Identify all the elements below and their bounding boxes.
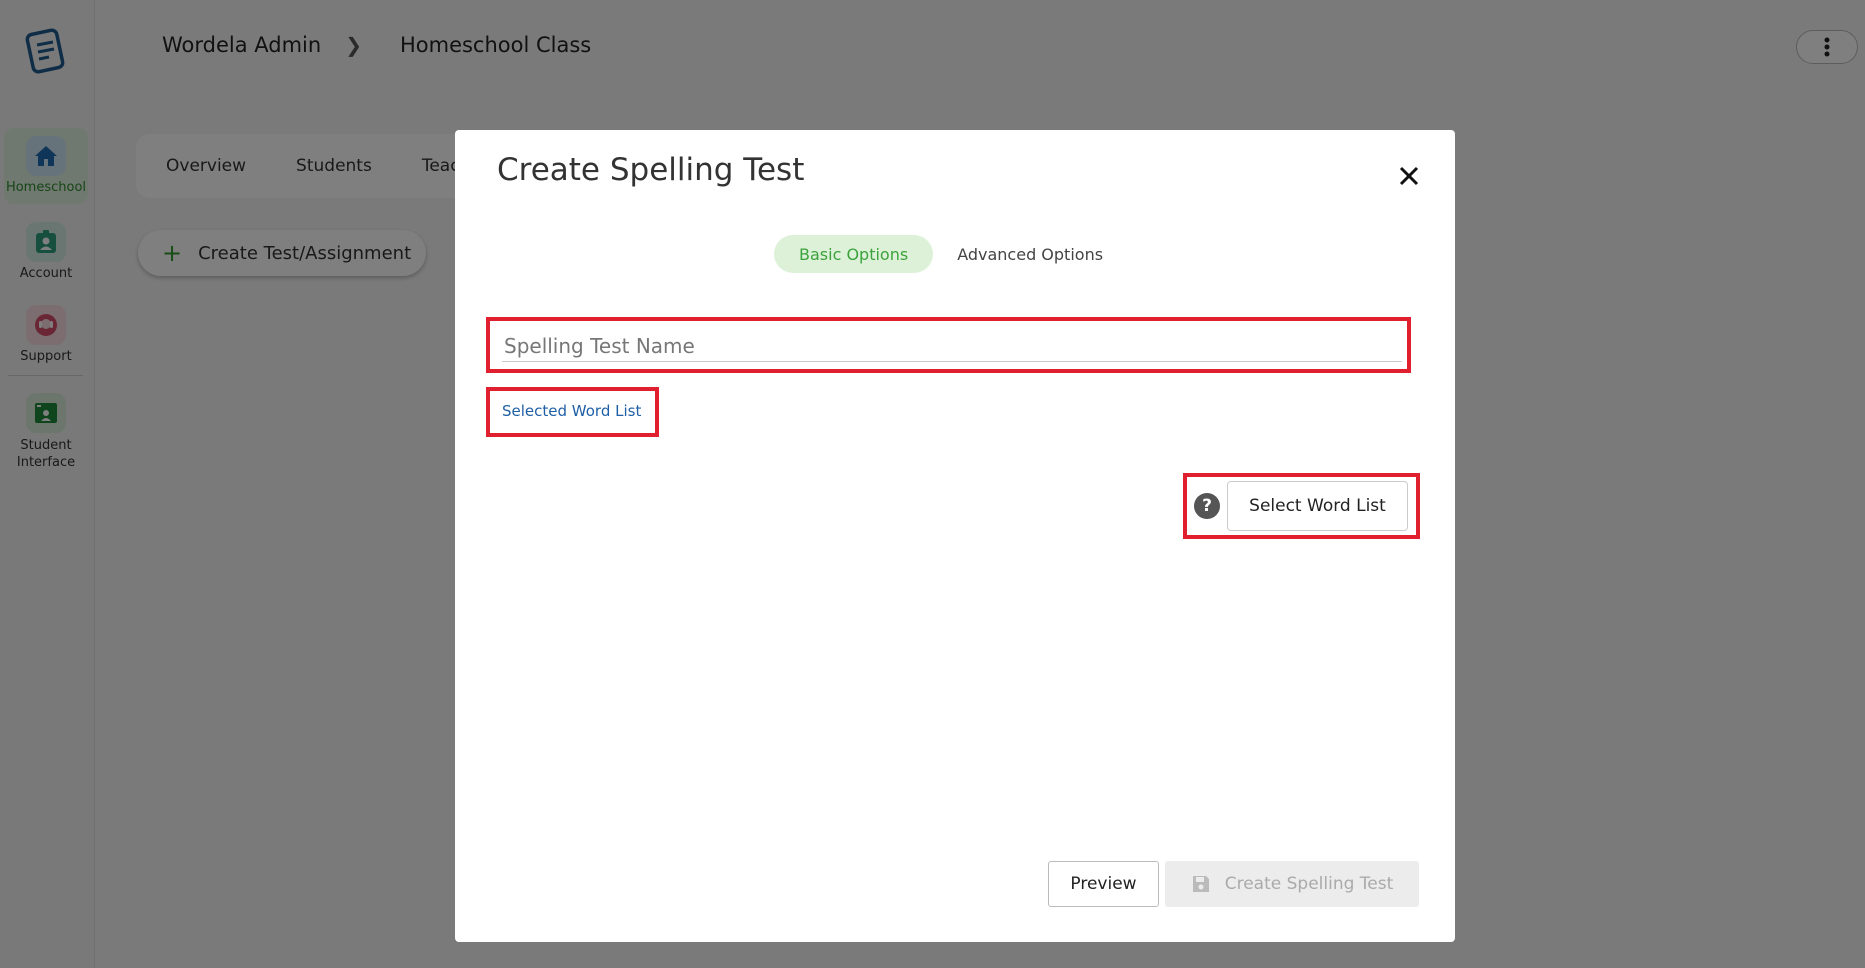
create-spelling-test-label: Create Spelling Test	[1224, 874, 1394, 894]
tab-basic-options[interactable]: Basic Options	[774, 235, 934, 273]
create-spelling-test-button[interactable]: Create Spelling Test	[1165, 861, 1419, 907]
select-word-list-button[interactable]: Select Word List	[1227, 481, 1408, 531]
selected-word-list-link[interactable]: Selected Word List	[502, 402, 641, 420]
save-icon	[1192, 876, 1209, 892]
create-spelling-test-dialog: Create Spelling Test Basic Options Advan…	[455, 130, 1455, 942]
help-icon[interactable]: ?	[1194, 493, 1220, 519]
tab-advanced-options[interactable]: Advanced Options	[933, 235, 1127, 273]
options-tabs: Basic Options Advanced Options	[774, 235, 1127, 273]
spelling-test-name-input[interactable]	[502, 330, 1402, 362]
preview-button[interactable]: Preview	[1048, 861, 1159, 907]
close-button[interactable]	[1395, 162, 1423, 190]
close-icon	[1399, 166, 1419, 186]
dialog-title: Create Spelling Test	[497, 152, 805, 188]
